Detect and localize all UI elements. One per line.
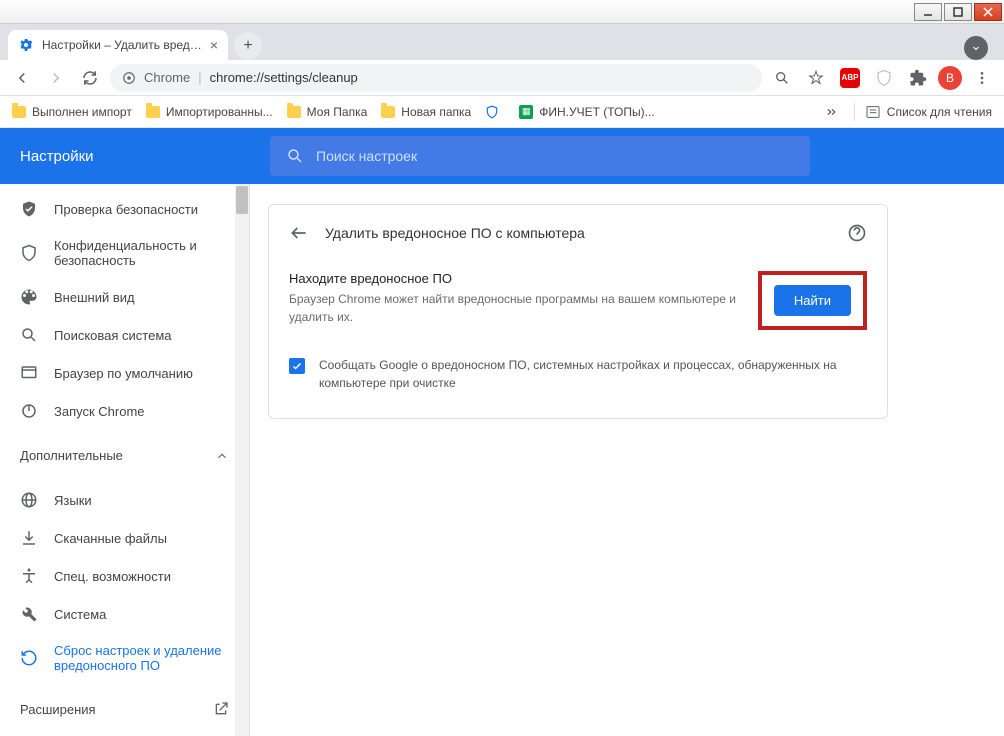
page-title: Удалить вредоносное ПО с компьютера (325, 225, 831, 241)
profile-avatar[interactable]: B (938, 66, 962, 90)
find-malware-desc: Браузер Chrome может найти вредоносные п… (289, 290, 742, 326)
find-button-highlight: Найти (758, 271, 867, 330)
bookmark-link[interactable]: ▦ФИН.УЧЕТ (ТОПы)... (519, 105, 654, 119)
omnibox-url: chrome://settings/cleanup (210, 70, 358, 85)
bookmark-link[interactable] (485, 105, 505, 119)
folder-icon (146, 106, 160, 118)
bookmark-folder[interactable]: Выполнен импорт (12, 105, 132, 119)
report-checkbox-label: Сообщать Google о вредоносном ПО, систем… (319, 356, 867, 392)
extensions-puzzle-icon[interactable] (904, 64, 932, 92)
launch-icon (213, 701, 229, 717)
sheets-icon: ▦ (519, 105, 533, 119)
bookmarks-overflow-icon[interactable] (816, 98, 844, 126)
reading-list-button[interactable]: Список для чтения (865, 104, 992, 120)
sidebar-about-link[interactable]: О браузере Chrome (0, 729, 249, 736)
report-checkbox-row[interactable]: Сообщать Google о вредоносном ПО, систем… (289, 348, 867, 400)
back-arrow-icon[interactable] (289, 223, 309, 243)
extension-shield-icon[interactable] (870, 64, 898, 92)
sidebar-item-search[interactable]: Поисковая система (0, 316, 249, 354)
omnibox-prefix: Chrome (144, 70, 190, 85)
search-icon (20, 326, 38, 344)
browser-icon (20, 364, 38, 382)
settings-gear-icon (18, 37, 34, 53)
folder-icon (381, 106, 395, 118)
reading-list-icon (865, 104, 881, 120)
sidebar-item-reset-cleanup[interactable]: Сброс настроек и удаление вредоносного П… (0, 633, 249, 683)
shield-icon (20, 244, 38, 262)
omnibox[interactable]: Chrome | chrome://settings/cleanup (110, 64, 762, 92)
sidebar-item-system[interactable]: Система (0, 595, 249, 633)
bookmark-folder[interactable]: Новая папка (381, 105, 471, 119)
settings-search-input[interactable] (316, 148, 794, 164)
folder-icon (12, 106, 26, 118)
profile-chevron-icon[interactable] (964, 36, 988, 60)
power-icon (20, 402, 38, 420)
settings-sidebar: Проверка безопасности Конфиденциальность… (0, 184, 250, 736)
help-icon[interactable] (847, 223, 867, 243)
wrench-icon (20, 605, 38, 623)
find-malware-row: Находите вредоносное ПО Браузер Chrome м… (289, 263, 867, 348)
settings-header: Настройки (0, 128, 1004, 184)
folder-icon (287, 106, 301, 118)
sidebar-item-safety-check[interactable]: Проверка безопасности (0, 190, 249, 228)
restore-icon (20, 649, 38, 667)
tabs-bar: Настройки – Удалить вредонос × + (0, 24, 1004, 60)
sidebar-item-privacy[interactable]: Конфиденциальность и безопасность (0, 228, 249, 278)
check-icon (291, 360, 303, 372)
accessibility-icon (20, 567, 38, 585)
cleanup-card: Удалить вредоносное ПО с компьютера Нахо… (268, 204, 888, 419)
sidebar-item-downloads[interactable]: Скачанные файлы (0, 519, 249, 557)
bookmark-folder[interactable]: Моя Папка (287, 105, 368, 119)
chrome-icon (122, 71, 136, 85)
sidebar-extensions-link[interactable]: Расширения (0, 689, 249, 729)
window-titlebar (0, 0, 1004, 24)
close-window-button[interactable] (974, 3, 1002, 21)
tab-close-icon[interactable]: × (210, 37, 218, 53)
bookmark-star-icon[interactable] (802, 64, 830, 92)
sidebar-advanced-toggle[interactable]: Дополнительные (0, 436, 249, 475)
bookmarks-bar: Выполнен импорт Импортированны... Моя Па… (0, 96, 1004, 128)
browser-tab[interactable]: Настройки – Удалить вредонос × (8, 30, 228, 60)
find-malware-title: Находите вредоносное ПО (289, 271, 742, 286)
forward-button[interactable] (42, 64, 70, 92)
search-icon (286, 147, 304, 165)
sidebar-scrollbar[interactable] (235, 184, 249, 736)
zoom-icon[interactable] (768, 64, 796, 92)
settings-search[interactable] (270, 136, 810, 176)
sidebar-item-languages[interactable]: Языки (0, 481, 249, 519)
bookmark-folder[interactable]: Импортированны... (146, 105, 273, 119)
maximize-button[interactable] (944, 3, 972, 21)
download-icon (20, 529, 38, 547)
palette-icon (20, 288, 38, 306)
sidebar-item-accessibility[interactable]: Спец. возможности (0, 557, 249, 595)
sidebar-item-default-browser[interactable]: Браузер по умолчанию (0, 354, 249, 392)
settings-title: Настройки (0, 148, 250, 165)
find-button[interactable]: Найти (774, 285, 851, 316)
new-tab-button[interactable]: + (234, 32, 262, 60)
tab-title: Настройки – Удалить вредонос (42, 38, 202, 52)
shield-icon (485, 105, 499, 119)
reload-button[interactable] (76, 64, 104, 92)
report-checkbox[interactable] (289, 358, 305, 374)
menu-dots-icon[interactable] (968, 64, 996, 92)
back-button[interactable] (8, 64, 36, 92)
sidebar-item-startup[interactable]: Запуск Chrome (0, 392, 249, 430)
settings-content: Удалить вредоносное ПО с компьютера Нахо… (250, 184, 1004, 736)
address-bar: Chrome | chrome://settings/cleanup ABP B (0, 60, 1004, 96)
sidebar-item-appearance[interactable]: Внешний вид (0, 278, 249, 316)
extension-adblock-icon[interactable]: ABP (836, 64, 864, 92)
scrollbar-thumb[interactable] (236, 186, 248, 214)
globe-icon (20, 491, 38, 509)
shield-check-icon (20, 200, 38, 218)
chevron-up-icon (215, 449, 229, 463)
minimize-button[interactable] (914, 3, 942, 21)
